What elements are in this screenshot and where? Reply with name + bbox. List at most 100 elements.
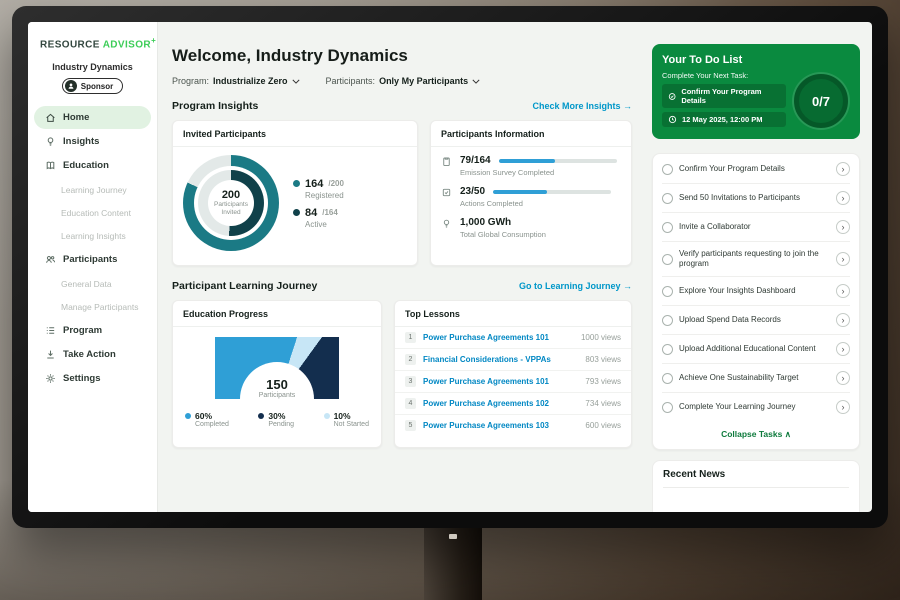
todo-next-task[interactable]: Confirm Your Program Details [662, 84, 786, 108]
section-title-program-insights: Program Insights [172, 100, 258, 112]
gauge-center-label: Participants [259, 392, 296, 399]
program-filter[interactable]: Program: Industrialize Zero [172, 76, 300, 86]
card-title: Participants Information [431, 121, 631, 147]
lesson-title-link[interactable]: Power Purchase Agreements 103 [423, 421, 578, 430]
sidebar-item-insights[interactable]: Insights [34, 130, 151, 153]
task-label: Complete Your Learning Journey [679, 402, 830, 412]
sidebar-item-education[interactable]: Education [34, 154, 151, 177]
arrow-right-icon: → [623, 281, 632, 291]
list-icon [44, 325, 56, 337]
legend-value: 10% [334, 411, 351, 421]
collapse-tasks-link[interactable]: Collapse Tasks ∧ [662, 421, 850, 445]
sidebar-item-education-content[interactable]: Education Content [28, 201, 157, 224]
sidebar-item-home[interactable]: Home [34, 106, 151, 129]
todo-due-label: 12 May 2025, 12:00 PM [682, 115, 762, 124]
main-content: Welcome, Industry Dynamics Program: Indu… [158, 22, 644, 512]
task-row[interactable]: Upload Spend Data Records › [662, 306, 850, 335]
checkbox[interactable] [662, 164, 673, 175]
chevron-right-icon[interactable]: › [836, 191, 850, 205]
stat-total: /164 [322, 208, 338, 217]
sidebar-item-manage-participants[interactable]: Manage Participants [28, 295, 157, 318]
legend-label: Pending [268, 421, 294, 428]
task-row[interactable]: Invite a Collaborator › [662, 213, 850, 242]
card-title: Top Lessons [395, 301, 631, 327]
progress-bar [493, 190, 611, 194]
lesson-row[interactable]: 2 Financial Considerations - VPPAs 803 v… [395, 349, 631, 371]
recent-news-card: Recent News [652, 460, 860, 512]
go-to-learning-journey-link[interactable]: Go to Learning Journey → [519, 281, 632, 291]
chevron-right-icon[interactable]: › [836, 400, 850, 414]
chevron-right-icon[interactable]: › [836, 162, 850, 176]
metric-label: Total Global Consumption [460, 230, 621, 239]
checkbox[interactable] [662, 344, 673, 355]
chevron-right-icon[interactable]: › [836, 342, 850, 356]
task-row[interactable]: Upload Additional Educational Content › [662, 335, 850, 364]
checkbox[interactable] [662, 222, 673, 233]
section-title-learning-journey: Participant Learning Journey [172, 280, 317, 292]
checkbox[interactable] [662, 373, 673, 384]
sidebar-item-learning-insights[interactable]: Learning Insights [28, 224, 157, 247]
todo-task-list: Confirm Your Program Details › Send 50 I… [652, 153, 860, 450]
checkbox[interactable] [662, 254, 673, 265]
legend-dot [324, 413, 330, 419]
task-row[interactable]: Verify participants requesting to join t… [662, 242, 850, 277]
task-label: Invite a Collaborator [679, 222, 830, 232]
task-row[interactable]: Send 50 Invitations to Participants › [662, 184, 850, 213]
legend-value: 60% [195, 411, 212, 421]
chevron-right-icon[interactable]: › [836, 313, 850, 327]
chevron-right-icon[interactable]: › [836, 371, 850, 385]
lesson-views: 600 views [585, 421, 621, 430]
task-row[interactable]: Complete Your Learning Journey › [662, 393, 850, 421]
lesson-row[interactable]: 3 Power Purchase Agreements 101 793 view… [395, 371, 631, 393]
sidebar-item-learning-journey[interactable]: Learning Journey [28, 178, 157, 201]
lightbulb-icon [44, 136, 56, 148]
lesson-row[interactable]: 1 Power Purchase Agreements 101 1000 vie… [395, 327, 631, 349]
chevron-right-icon[interactable]: › [836, 252, 850, 266]
sidebar-item-program[interactable]: Program [34, 319, 151, 342]
metric-value: 23/50 [460, 186, 485, 197]
todo-title: Your To Do List [662, 54, 850, 66]
task-row[interactable]: Achieve One Sustainability Target › [662, 364, 850, 393]
todo-progress-value: 0/7 [812, 94, 830, 109]
chevron-right-icon[interactable]: › [836, 284, 850, 298]
check-circle-icon [668, 92, 676, 101]
sidebar-subitem-label: General Data [61, 279, 112, 289]
participants-filter-label: Participants: [326, 76, 376, 86]
monitor-logo [449, 534, 457, 539]
participants-filter[interactable]: Participants: Only My Participants [326, 76, 481, 86]
checkbox[interactable] [662, 402, 673, 413]
checkbox[interactable] [662, 315, 673, 326]
lesson-views: 793 views [585, 377, 621, 386]
invited-participants-card: Invited Participants 200 Participants In… [172, 120, 418, 266]
lesson-title-link[interactable]: Financial Considerations - VPPAs [423, 355, 578, 364]
clock-icon [668, 115, 677, 124]
sidebar-item-label: Insights [63, 136, 99, 147]
task-row[interactable]: Explore Your Insights Dashboard › [662, 277, 850, 306]
check-more-insights-link[interactable]: Check More Insights → [532, 101, 632, 111]
sponsor-badge[interactable]: Sponsor [62, 78, 123, 94]
lesson-row[interactable]: 5 Power Purchase Agreements 103 600 view… [395, 415, 631, 436]
sidebar-item-label: Take Action [63, 349, 116, 360]
education-progress-card: Education Progress 150 Participants 6 [172, 300, 382, 448]
sidebar-item-take-action[interactable]: Take Action [34, 343, 151, 366]
lesson-row[interactable]: 4 Power Purchase Agreements 102 734 view… [395, 393, 631, 415]
sponsor-label: Sponsor [81, 82, 113, 91]
task-row[interactable]: Confirm Your Program Details › [662, 155, 850, 184]
gauge-legend: 60% Completed 30% Pending 10% Not Starte… [173, 399, 381, 428]
checkbox[interactable] [662, 286, 673, 297]
lesson-views: 1000 views [581, 333, 621, 342]
lesson-title-link[interactable]: Power Purchase Agreements 101 [423, 377, 578, 386]
sidebar-item-participants[interactable]: Participants [34, 248, 151, 271]
sidebar-item-settings[interactable]: Settings [34, 367, 151, 390]
checkbox[interactable] [662, 193, 673, 204]
invited-donut-chart: 200 Participants Invited [183, 155, 279, 251]
legend-dot [293, 209, 300, 216]
sidebar-item-general-data[interactable]: General Data [28, 272, 157, 295]
lesson-title-link[interactable]: Power Purchase Agreements 101 [423, 333, 574, 342]
chevron-right-icon[interactable]: › [836, 220, 850, 234]
brand-logo: RESOURCE ADVISOR+ [28, 36, 157, 50]
program-filter-value: Industrialize Zero [213, 76, 288, 86]
todo-due-date: 12 May 2025, 12:00 PM [662, 112, 786, 127]
consumption-row: 1,000 GWh Total Global Consumption [441, 217, 621, 239]
lesson-title-link[interactable]: Power Purchase Agreements 102 [423, 399, 578, 408]
